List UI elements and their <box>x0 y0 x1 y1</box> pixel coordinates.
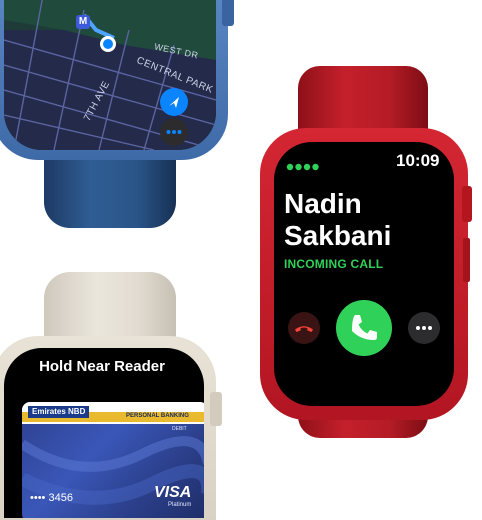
recenter-button[interactable] <box>160 88 188 116</box>
red-watch-crown[interactable] <box>462 186 472 222</box>
blue-watch-crown[interactable] <box>222 0 234 26</box>
starlight-watch-band <box>44 272 176 342</box>
metro-marker-icon[interactable]: M <box>76 15 90 29</box>
red-watch-band-top <box>298 66 428 136</box>
call-more-button[interactable] <box>408 312 440 344</box>
starlight-watch-crown[interactable] <box>210 392 222 426</box>
payment-card[interactable]: Emirates NBD PERSONAL BANKING DEBIT ••••… <box>22 402 204 518</box>
map-screen[interactable]: M WEST DR CENTRAL PARK 7TH AVE <box>4 0 216 150</box>
wallet-header: Hold Near Reader <box>39 358 165 375</box>
wallet-screen: Hold Near Reader Emirates NBD PERSONAL B… <box>4 348 204 518</box>
caller-first-name: Nadin <box>284 188 362 219</box>
card-tier-label: PERSONAL BANKING <box>126 413 189 419</box>
call-screen: 10:09 Nadin Sakbani INCOMING CALL <box>274 142 454 406</box>
blue-watch-band <box>44 150 176 228</box>
bank-logo: Emirates NBD <box>28 406 90 418</box>
map-more-button[interactable] <box>160 118 188 146</box>
ellipsis-icon <box>166 130 182 134</box>
clock-time: 10:09 <box>396 151 440 170</box>
card-network-tier: Platinum <box>168 502 192 508</box>
call-status: INCOMING CALL <box>284 257 384 271</box>
navigation-arrow-icon <box>169 97 179 108</box>
ellipsis-icon <box>416 326 432 330</box>
answer-call-button[interactable] <box>336 300 392 356</box>
card-number-last4: •••• 3456 <box>30 492 73 504</box>
phone-icon <box>352 315 377 340</box>
red-watch-side-button[interactable] <box>463 238 470 282</box>
phone-hangup-icon <box>295 326 313 332</box>
card-network-logo: VISA <box>154 484 192 501</box>
caller-last-name: Sakbani <box>284 220 392 251</box>
green-dots-indicator-icon <box>286 158 320 176</box>
decline-call-button[interactable] <box>288 312 320 344</box>
current-location-icon <box>100 36 116 52</box>
